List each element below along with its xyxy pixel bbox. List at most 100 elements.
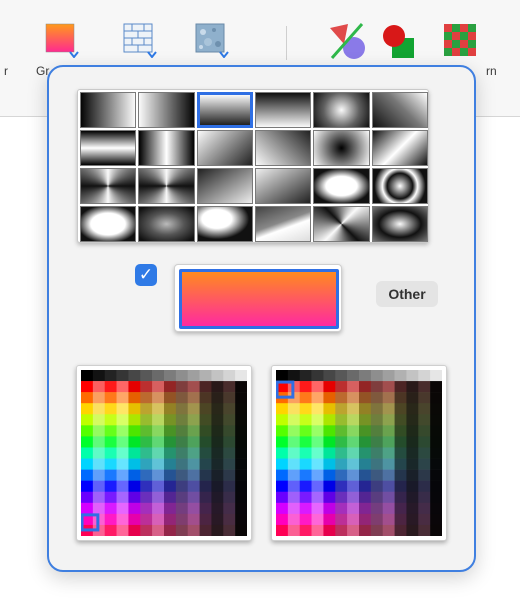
palette-swatch[interactable] xyxy=(92,447,106,459)
palette-swatch[interactable] xyxy=(359,370,372,382)
palette-swatch[interactable] xyxy=(311,513,324,526)
palette-swatch[interactable] xyxy=(287,469,301,481)
palette-swatch[interactable] xyxy=(370,414,384,426)
gradient-preset-cell[interactable] xyxy=(138,168,195,204)
palette-swatch[interactable] xyxy=(418,469,431,481)
palette-swatch[interactable] xyxy=(299,502,312,515)
palette-swatch[interactable] xyxy=(211,403,224,415)
palette-swatch[interactable] xyxy=(287,491,301,504)
gradient-preset-cell[interactable] xyxy=(371,168,428,204)
palette-swatch[interactable] xyxy=(347,524,360,536)
palette-swatch[interactable] xyxy=(235,480,247,493)
palette-swatch[interactable] xyxy=(128,447,141,459)
palette-swatch[interactable] xyxy=(323,414,336,426)
palette-swatch[interactable] xyxy=(287,414,301,426)
palette-swatch[interactable] xyxy=(394,524,407,536)
palette-swatch[interactable] xyxy=(116,480,129,493)
palette-swatch[interactable] xyxy=(323,458,336,470)
palette-swatch[interactable] xyxy=(199,502,212,515)
palette-swatch[interactable] xyxy=(128,414,141,426)
palette-swatch[interactable] xyxy=(175,447,189,459)
palette-swatch[interactable] xyxy=(164,458,177,470)
palette-swatch[interactable] xyxy=(323,425,336,437)
palette-swatch[interactable] xyxy=(175,458,189,470)
palette-swatch[interactable] xyxy=(92,458,106,470)
palette-swatch[interactable] xyxy=(335,447,348,459)
palette-swatch[interactable] xyxy=(359,480,372,493)
palette-swatch[interactable] xyxy=(81,502,94,515)
palette-swatch[interactable] xyxy=(287,403,301,415)
palette-swatch[interactable] xyxy=(140,458,153,470)
palette-swatch[interactable] xyxy=(335,524,348,536)
palette-swatch[interactable] xyxy=(128,458,141,470)
gradient-preset-cell[interactable] xyxy=(313,168,370,204)
palette-swatch[interactable] xyxy=(164,524,177,536)
palette-swatch[interactable] xyxy=(187,458,200,470)
palette-swatch[interactable] xyxy=(370,370,384,382)
palette-swatch[interactable] xyxy=(175,392,189,404)
palette-swatch[interactable] xyxy=(116,403,129,415)
palette-swatch[interactable] xyxy=(211,524,224,536)
palette-swatch[interactable] xyxy=(104,403,117,415)
palette-swatch[interactable] xyxy=(299,513,312,526)
palette-swatch[interactable] xyxy=(370,436,384,448)
palette-swatch[interactable] xyxy=(116,370,129,382)
palette-swatch[interactable] xyxy=(347,392,360,404)
palette-swatch[interactable] xyxy=(359,447,372,459)
palette-swatch[interactable] xyxy=(370,491,384,504)
palette-swatch[interactable] xyxy=(92,480,106,493)
palette-swatch[interactable] xyxy=(406,524,419,536)
palette-swatch[interactable] xyxy=(187,513,200,526)
palette-swatch[interactable] xyxy=(81,381,94,393)
palette-swatch[interactable] xyxy=(347,403,360,415)
palette-swatch[interactable] xyxy=(81,414,94,426)
no-fill-button[interactable] xyxy=(328,22,365,59)
palette-swatch[interactable] xyxy=(187,491,200,504)
palette-swatch[interactable] xyxy=(299,403,312,415)
gradient-preset-cell[interactable] xyxy=(371,130,428,166)
palette-swatch[interactable] xyxy=(323,491,336,504)
palette-swatch[interactable] xyxy=(187,524,200,536)
palette-swatch[interactable] xyxy=(235,469,247,481)
palette-swatch[interactable] xyxy=(347,370,360,382)
palette-swatch[interactable] xyxy=(323,436,336,448)
palette-swatch[interactable] xyxy=(164,425,177,437)
palette-swatch[interactable] xyxy=(128,425,141,437)
palette-swatch[interactable] xyxy=(140,524,153,536)
palette-swatch[interactable] xyxy=(406,403,419,415)
palette-swatch[interactable] xyxy=(175,469,189,481)
palette-swatch[interactable] xyxy=(211,469,224,481)
palette-swatch[interactable] xyxy=(359,425,372,437)
palette-swatch[interactable] xyxy=(287,436,301,448)
palette-swatch[interactable] xyxy=(311,425,324,437)
palette-swatch[interactable] xyxy=(116,524,129,536)
palette-swatch[interactable] xyxy=(175,403,189,415)
palette-swatch[interactable] xyxy=(223,370,236,382)
palette-swatch[interactable] xyxy=(211,491,224,504)
gradient-preset-cell[interactable] xyxy=(196,206,253,242)
other-button[interactable]: Other xyxy=(376,281,438,307)
palette-swatch[interactable] xyxy=(347,458,360,470)
palette-swatch[interactable] xyxy=(359,524,372,536)
palette-swatch[interactable] xyxy=(299,436,312,448)
palette-swatch[interactable] xyxy=(406,370,419,382)
palette-swatch[interactable] xyxy=(104,469,117,481)
palette-swatch[interactable] xyxy=(211,502,224,515)
palette-swatch[interactable] xyxy=(311,491,324,504)
palette-swatch[interactable] xyxy=(430,403,442,415)
palette-swatch[interactable] xyxy=(382,458,395,470)
palette-swatch[interactable] xyxy=(311,458,324,470)
palette-swatch[interactable] xyxy=(199,436,212,448)
palette-swatch[interactable] xyxy=(418,447,431,459)
palette-swatch[interactable] xyxy=(223,425,236,437)
palette-swatch[interactable] xyxy=(323,403,336,415)
palette-swatch[interactable] xyxy=(418,403,431,415)
palette-swatch[interactable] xyxy=(199,447,212,459)
palette-swatch[interactable] xyxy=(81,425,94,437)
palette-swatch[interactable] xyxy=(199,513,212,526)
palette-swatch[interactable] xyxy=(235,524,247,536)
palette-swatch[interactable] xyxy=(287,458,301,470)
palette-swatch[interactable] xyxy=(418,425,431,437)
palette-swatch[interactable] xyxy=(335,392,348,404)
palette-swatch[interactable] xyxy=(128,524,141,536)
